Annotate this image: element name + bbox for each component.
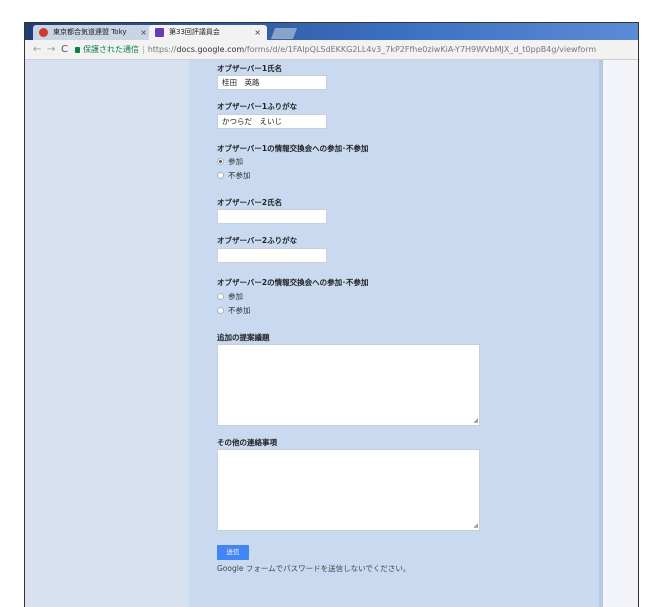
other-title: その他の連絡事項 (217, 438, 277, 447)
proposal-title: 追加の提案議題 (217, 333, 270, 342)
reload-icon[interactable]: C (61, 40, 68, 59)
browser-window: 東京都合気道連盟 Toky × 第33回評議員会 × ← → C 保護された通信… (24, 22, 639, 607)
option-label: 参加 (228, 157, 243, 166)
observer1-absent-option[interactable]: 不参加 (217, 171, 251, 181)
resize-grip-icon[interactable]: ◢ (473, 418, 478, 424)
observer2-meeting-title: オブザーバー2の情報交換会への参加･不参加 (217, 278, 369, 287)
submit-button[interactable]: 送信 (217, 545, 249, 560)
tab-label: 東京都合気道連盟 Toky (53, 28, 127, 36)
url-field[interactable]: 保護された通信 | https://docs.google.com/forms/d/… (75, 43, 596, 56)
address-bar: ← → C 保護された通信 | https://docs.google.com/fo… (25, 40, 638, 60)
observer1-name-input[interactable]: 桂田 英路 (217, 75, 327, 90)
url-host: docs.google.com (176, 45, 245, 54)
observer1-kana-input[interactable]: かつらだ えいじ (217, 114, 327, 129)
observer1-name-title: オブザーバー1氏名 (217, 64, 283, 73)
observer2-absent-option[interactable]: 不参加 (217, 306, 251, 316)
observer2-kana-title: オブザーバー2ふりがな (217, 236, 298, 245)
page-content: オブザーバー1氏名 桂田 英路 オブザーバー1ふりがな かつらだ えいじ オブザ… (25, 60, 638, 607)
url-text: https://docs.google.com/forms/d/e/1FAIpQ… (148, 45, 597, 54)
forward-arrow-icon[interactable]: → (47, 40, 55, 59)
observer1-kana-title: オブザーバー1ふりがな (217, 102, 298, 111)
observer1-attend-option[interactable]: 参加 (217, 157, 243, 167)
form-shadow (599, 60, 603, 607)
secure-label: 保護された通信 (83, 45, 139, 54)
proposal-textarea[interactable]: ◢ (217, 344, 480, 426)
option-label: 参加 (228, 292, 243, 301)
password-warning: Google フォームでパスワードを送信しないでください。 (217, 564, 411, 573)
lock-icon (75, 46, 80, 53)
url-prefix: https:// (147, 45, 177, 54)
url-separator: | (142, 45, 145, 54)
observer2-name-input[interactable] (217, 209, 327, 224)
close-tab-icon[interactable]: × (140, 25, 147, 40)
observer1-meeting-title: オブザーバー1の情報交換会への参加･不参加 (217, 144, 369, 153)
radio-icon[interactable] (217, 171, 224, 179)
radio-icon[interactable] (217, 292, 224, 300)
observer2-name-title: オブザーバー2氏名 (217, 198, 283, 207)
forms-favicon-icon (155, 28, 164, 37)
radio-icon[interactable] (217, 306, 224, 314)
observer2-kana-input[interactable] (217, 248, 327, 263)
option-label: 不参加 (228, 306, 251, 315)
radio-checked-icon[interactable] (217, 157, 224, 165)
new-tab-button[interactable] (270, 28, 298, 39)
tab-bar: 東京都合気道連盟 Toky × 第33回評議員会 × (25, 23, 638, 40)
observer2-attend-option[interactable]: 参加 (217, 292, 243, 302)
tab-label: 第33回評議員会 (169, 28, 220, 36)
tab-tokyo-aikido[interactable]: 東京都合気道連盟 Toky × (33, 25, 153, 40)
tab-google-form[interactable]: 第33回評議員会 × (149, 25, 267, 40)
option-label: 不参加 (228, 171, 251, 180)
other-textarea[interactable]: ◢ (217, 449, 480, 531)
resize-grip-icon[interactable]: ◢ (473, 523, 478, 529)
close-tab-icon[interactable]: × (254, 25, 261, 40)
url-path: /forms/d/e/1FAIpQLSdEKKG2LL4v3_7kP2Ffhe0… (244, 45, 597, 54)
back-arrow-icon[interactable]: ← (33, 40, 41, 59)
aikido-favicon-icon (39, 28, 48, 37)
